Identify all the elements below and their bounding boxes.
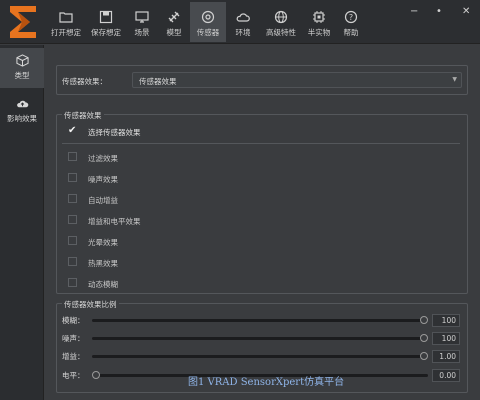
motion-blur-label: 动态模糊: [88, 280, 118, 289]
camera-icon: [201, 10, 215, 24]
gain-value-input[interactable]: 1.00: [432, 350, 460, 363]
toolbar-help-button[interactable]: ? 帮助: [336, 2, 366, 42]
svg-text:?: ?: [349, 13, 353, 22]
noise-effect-label: 噪声效果: [88, 175, 118, 184]
figure-caption: 图1 VRAD SensorXpert仿真平台: [188, 377, 345, 388]
effects-group-title: 传感器效果: [62, 110, 104, 121]
sensor-effect-select-value: 传感器效果: [139, 77, 177, 86]
toolbar-item-label: 保存想定: [91, 28, 121, 37]
noise-slider[interactable]: [92, 334, 428, 342]
close-button[interactable]: ✕: [462, 6, 470, 17]
chip-icon: [313, 11, 325, 23]
save-icon: [99, 10, 113, 24]
toolbar-item-label: 打开想定: [51, 28, 81, 37]
toolbar-items: 打开想定 保存想定 场景 模型 传感器 环境 高级特性 半实物 ? 帮助: [46, 2, 366, 42]
sensor-effect-select[interactable]: 传感器效果 ▼: [132, 72, 462, 88]
toolbar-item-label: 场景: [134, 28, 150, 37]
effect-ratio-group-title: 传感器效果比例: [62, 299, 119, 310]
auto-gain-label: 自动增益: [88, 196, 118, 205]
maximize-button[interactable]: •: [436, 6, 442, 17]
blur-slider-label: 模糊：: [62, 316, 85, 325]
blur-value-input[interactable]: 100: [432, 314, 460, 327]
toolbar-hardware-in-loop-button[interactable]: 半实物: [302, 2, 336, 42]
toolbar-item-label: 传感器: [196, 28, 220, 37]
sidebar-item-label: 类型: [14, 71, 30, 80]
halo-effect-checkbox[interactable]: [68, 236, 77, 245]
gain-level-effect-label: 增益和电平效果: [88, 217, 141, 226]
sensor-effect-select-label: 传感器效果：: [62, 77, 107, 86]
toolbar-sensor-button[interactable]: 传感器: [190, 2, 226, 42]
toolbar-save-scenario-button[interactable]: 保存想定: [86, 2, 126, 42]
blur-slider[interactable]: [92, 316, 428, 324]
gain-slider-label: 增益：: [62, 352, 85, 361]
toolbar-item-label: 半实物: [307, 28, 331, 37]
select-all-effects-label: 选择传感器效果: [88, 128, 141, 137]
chevron-down-icon: ▼: [452, 76, 457, 83]
level-value-input[interactable]: 0.00: [432, 369, 460, 382]
sidebar-item-type[interactable]: 类型: [0, 48, 44, 88]
toolbar-advanced-features-button[interactable]: 高级特性: [260, 2, 302, 42]
minimize-button[interactable]: −: [410, 6, 418, 17]
toolbar-environment-button[interactable]: 环境: [226, 2, 260, 42]
noise-slider-label: 噪声：: [62, 334, 85, 343]
toolbar-item-label: 模型: [166, 28, 182, 37]
level-slider-label: 电平：: [62, 371, 85, 380]
globe-icon: [274, 10, 288, 24]
toolbar-open-scenario-button[interactable]: 打开想定: [46, 2, 86, 42]
auto-gain-checkbox[interactable]: [68, 194, 77, 203]
monitor-icon: [135, 11, 149, 23]
left-sidebar: 类型 影响效果: [0, 45, 44, 400]
slider-handle[interactable]: [420, 316, 428, 324]
motion-blur-checkbox[interactable]: [68, 278, 77, 287]
toolbar-model-button[interactable]: 模型: [158, 2, 190, 42]
slider-handle[interactable]: [92, 371, 100, 379]
noise-effect-checkbox[interactable]: [68, 173, 77, 182]
thermal-black-effect-label: 热黑效果: [88, 259, 118, 268]
slider-handle[interactable]: [420, 352, 428, 360]
checkmark-icon[interactable]: ✔: [68, 125, 76, 136]
gain-level-effect-checkbox[interactable]: [68, 215, 77, 224]
cube-icon: [15, 54, 29, 67]
cloud-upload-icon: [16, 100, 28, 108]
toolbar-item-label: 帮助: [343, 28, 359, 37]
gain-slider[interactable]: [92, 352, 428, 360]
thermal-black-effect-checkbox[interactable]: [68, 257, 77, 266]
toolbar-scene-button[interactable]: 场景: [126, 2, 158, 42]
toolbar-item-label: 环境: [235, 28, 251, 37]
satellite-icon: [168, 11, 180, 23]
folder-icon: [59, 12, 73, 23]
filter-effect-checkbox[interactable]: [68, 152, 77, 161]
sidebar-item-label: 影响效果: [7, 114, 37, 123]
top-toolbar: 打开想定 保存想定 场景 模型 传感器 环境 高级特性 半实物 ? 帮助 − •…: [0, 0, 480, 44]
app-logo-icon: [10, 6, 36, 38]
halo-effect-label: 光晕效果: [88, 238, 118, 247]
noise-value-input[interactable]: 100: [432, 332, 460, 345]
filter-effect-label: 过滤效果: [88, 154, 118, 163]
slider-handle[interactable]: [420, 334, 428, 342]
divider: [62, 143, 460, 144]
cloud-icon: [236, 13, 250, 22]
sidebar-item-effects[interactable]: 影响效果: [0, 91, 44, 131]
help-icon: ?: [344, 10, 358, 24]
toolbar-item-label: 高级特性: [266, 28, 296, 37]
